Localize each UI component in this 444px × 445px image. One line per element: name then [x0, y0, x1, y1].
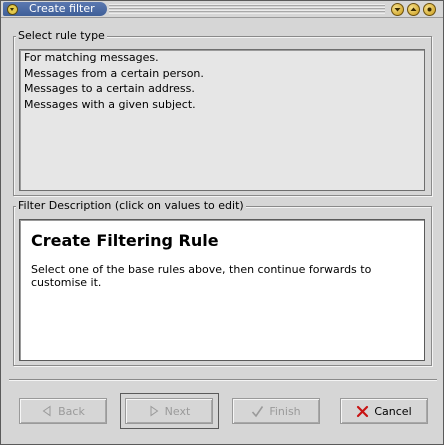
rule-item-matching[interactable]: For matching messages.	[20, 50, 424, 66]
title-bar[interactable]: Create filter	[1, 1, 443, 18]
filter-description-label: Filter Description (click on values to e…	[16, 199, 246, 212]
rule-type-label: Select rule type	[16, 29, 107, 42]
rule-item-from-person[interactable]: Messages from a certain person.	[20, 66, 424, 82]
cancel-x-icon	[356, 405, 369, 418]
description-body: Select one of the base rules above, then…	[31, 263, 372, 289]
next-button[interactable]: Next	[125, 398, 213, 424]
description-heading: Create Filtering Rule	[31, 231, 219, 250]
window-title: Create filter	[29, 2, 95, 15]
rule-item-subject[interactable]: Messages with a given subject.	[20, 97, 424, 113]
back-button-label: Back	[58, 404, 85, 418]
cancel-button-label: Cancel	[374, 404, 412, 418]
close-icon[interactable]	[423, 3, 436, 16]
filter-description-panel[interactable]: Create Filtering Rule Select one of the …	[19, 219, 425, 361]
finish-button[interactable]: Finish	[232, 398, 320, 424]
create-filter-window: Create filter Select rule type For match…	[0, 0, 444, 445]
minimize-icon[interactable]	[391, 3, 404, 16]
checkmark-icon	[251, 405, 264, 418]
next-arrow-icon	[148, 405, 160, 417]
rule-item-to-address[interactable]: Messages to a certain address.	[20, 81, 424, 97]
finish-button-label: Finish	[269, 404, 301, 418]
window-menu-icon[interactable]	[7, 4, 18, 15]
back-arrow-icon	[41, 405, 53, 417]
next-button-label: Next	[164, 404, 191, 418]
cancel-button[interactable]: Cancel	[340, 398, 428, 424]
rule-type-list[interactable]: For matching messages. Messages from a c…	[19, 49, 425, 191]
maximize-icon[interactable]	[407, 3, 420, 16]
title-bar-grip[interactable]	[109, 4, 385, 14]
button-separator	[9, 379, 437, 381]
back-button[interactable]: Back	[19, 398, 107, 424]
title-tab[interactable]: Create filter	[3, 2, 107, 16]
